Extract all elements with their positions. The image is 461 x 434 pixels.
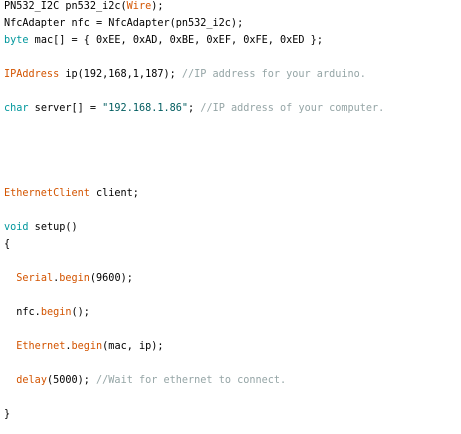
code-token: ip(192,168,1,187); [59,69,182,80]
code-line-12: delay(5000); //Wait for ethernet to conn… [4,374,286,388]
code-token: (5000); [46,375,97,386]
code-token: begin [40,307,72,318]
code-token: //Wait for ethernet to connect. [96,375,287,386]
code-editor[interactable]: PN532_I2C pn532_i2c(Wire); NfcAdapter nf… [0,0,461,434]
code-line-2: NfcAdapter nfc = NfcAdapter(pn532_i2c); [4,17,243,31]
code-line-11: Ethernet.begin(mac, ip); [4,340,164,354]
code-token: { [4,239,11,250]
code-token: char [4,103,29,114]
code-line-8: { [4,238,10,252]
code-token: ; [188,103,201,114]
code-token: nfc. [4,307,41,318]
code-token: ); [151,1,164,12]
code-token: delay [16,375,47,386]
code-line-10: nfc.begin(); [4,306,90,320]
code-token: begin [71,341,103,352]
code-line-5: char server[] = "192.168.1.86"; //IP add… [4,102,384,116]
code-token: } [4,409,11,420]
code-token: void [4,222,29,233]
code-token: client; [89,188,139,199]
code-token: begin [59,273,90,284]
code-token: EthernetClient [4,188,90,199]
code-line-6: EthernetClient client; [4,187,139,201]
code-token: "192.168.1.86" [102,103,189,114]
code-token: mac[] = { 0xEE, 0xAD, 0xBE, 0xEF, 0xFE, … [28,35,323,46]
code-token: Wire [126,1,152,12]
code-token: (); [71,307,90,318]
code-token: Ethernet [16,341,66,352]
code-line-9: Serial.begin(9600); [4,272,133,286]
code-token: byte [4,35,29,46]
code-token: (mac, ip); [102,341,164,352]
code-token: PN532_I2C pn532_i2c( [4,1,127,12]
code-token: setup() [28,222,78,233]
code-line-3: byte mac[] = { 0xEE, 0xAD, 0xBE, 0xEF, 0… [4,34,323,48]
code-token: (9600); [89,273,133,284]
code-line-1: PN532_I2C pn532_i2c(Wire); [4,0,164,14]
code-token: //IP address for your arduino. [181,69,366,80]
code-token: //IP address of your computer. [200,103,385,114]
code-token: Serial [16,273,54,284]
code-token: NfcAdapter nfc = NfcAdapter(pn532_i2c); [4,18,244,29]
code-token: server[] = [28,103,103,114]
code-line-4: IPAddress ip(192,168,1,187); //IP addres… [4,68,366,82]
code-token: IPAddress [4,69,60,80]
code-line-13: } [4,408,10,422]
code-line-7: void setup() [4,221,78,235]
